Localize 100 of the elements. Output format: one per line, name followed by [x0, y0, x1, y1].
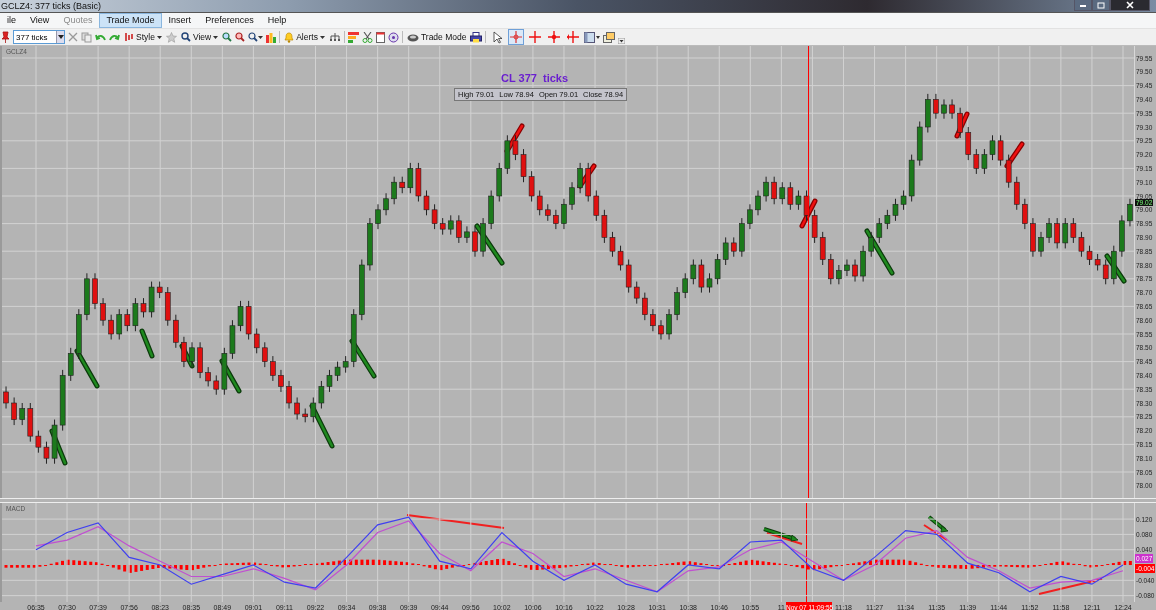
candlestick	[447, 214, 454, 236]
candlestick	[375, 203, 381, 230]
menu-item[interactable]: Trade Mode	[99, 13, 162, 28]
zoom-icon[interactable]	[248, 32, 264, 42]
candlestick	[1127, 198, 1133, 227]
bell-icon	[284, 31, 295, 43]
page-icon[interactable]	[375, 31, 385, 43]
bars-icon	[124, 32, 134, 42]
style-button[interactable]: Style	[123, 30, 163, 44]
candlestick	[100, 297, 106, 327]
candlestick	[391, 176, 397, 205]
candlestick	[108, 314, 114, 341]
undo-icon[interactable]	[95, 32, 106, 42]
signal-stroke	[349, 338, 377, 379]
menu-item[interactable]: Insert	[161, 13, 199, 28]
crosshair-icon[interactable]	[565, 29, 582, 45]
minimize-icon	[1079, 2, 1087, 8]
candlestick	[771, 176, 777, 205]
minimize-button[interactable]	[1074, 0, 1092, 11]
candlestick	[779, 181, 786, 205]
scissors-icon[interactable]	[361, 31, 373, 43]
crosshair-icon[interactable]	[527, 29, 544, 45]
signal-stroke	[474, 223, 505, 266]
candlestick	[310, 396, 317, 423]
candlestick	[270, 355, 276, 382]
candlestick	[690, 258, 697, 285]
caret-icon	[156, 35, 162, 39]
candlestick	[658, 319, 664, 341]
candlestick	[650, 308, 656, 332]
star-icon[interactable]	[165, 31, 177, 43]
signal-stroke	[1104, 253, 1127, 284]
candlestick	[1022, 198, 1028, 230]
crosshair-icon[interactable]	[508, 29, 525, 45]
zoom-in-icon[interactable]	[222, 32, 233, 42]
candlestick	[19, 402, 26, 426]
caret-icon	[213, 35, 219, 39]
redo-icon[interactable]	[109, 32, 120, 42]
overflow-icon[interactable]	[618, 38, 626, 44]
close-button[interactable]	[1110, 0, 1150, 11]
candlestick	[763, 176, 769, 203]
divergence-line	[1038, 578, 1103, 595]
candlestick	[876, 217, 883, 244]
candlestick	[189, 341, 195, 368]
maximize-button[interactable]	[1092, 0, 1110, 11]
printer-icon[interactable]	[470, 31, 483, 43]
candlestick	[278, 369, 284, 393]
menu-item[interactable]: View	[23, 13, 57, 28]
candlestick	[1062, 217, 1069, 249]
candlestick	[933, 93, 939, 120]
bar-chart-icon[interactable]	[266, 31, 277, 43]
candlestick	[633, 281, 640, 305]
candlestick	[949, 98, 955, 120]
candlestick	[747, 203, 753, 230]
candlestick	[261, 341, 268, 368]
candlestick	[965, 126, 972, 161]
candlestick	[1038, 231, 1044, 258]
crosshair-icon[interactable]	[546, 29, 563, 45]
candlestick	[205, 366, 211, 387]
alerts-button[interactable]: Alerts	[283, 30, 326, 44]
zoom-out-icon[interactable]	[235, 32, 246, 42]
candlestick	[827, 253, 834, 285]
mouse-icon	[406, 32, 419, 42]
pin-icon[interactable]	[1, 31, 10, 43]
candlestick	[682, 272, 689, 299]
candlestick	[593, 189, 600, 222]
candlestick	[1046, 217, 1052, 244]
disc-icon[interactable]	[387, 31, 399, 43]
candlestick	[253, 327, 260, 354]
signal-stroke	[74, 348, 100, 389]
interval-dropdown[interactable]: 377 ticks	[13, 30, 65, 44]
divergence-line	[923, 524, 948, 541]
menu-item[interactable]: Preferences	[198, 13, 261, 28]
candlestick	[67, 347, 74, 382]
candlestick	[957, 107, 963, 139]
layers-icon[interactable]	[603, 31, 616, 43]
panel-icon[interactable]	[584, 31, 601, 43]
signal-stroke	[139, 328, 155, 359]
candlestick	[173, 314, 179, 349]
candlestick	[553, 209, 559, 230]
color-bars-icon[interactable]	[347, 31, 359, 43]
candlestick	[116, 308, 123, 341]
candlestick	[819, 231, 826, 266]
candlestick	[755, 189, 761, 216]
menu-item[interactable]: ile	[0, 13, 23, 28]
menu-item[interactable]: Help	[260, 13, 294, 28]
candlestick	[973, 148, 980, 175]
signal-stroke	[864, 228, 895, 276]
candlestick	[844, 258, 850, 277]
maximize-icon	[1097, 1, 1105, 9]
candlestick	[294, 396, 300, 421]
candlestick	[407, 162, 414, 194]
candlestick	[536, 189, 543, 216]
candlestick	[561, 198, 567, 230]
candlestick	[286, 380, 292, 410]
candlestick	[836, 264, 842, 285]
hierarchy-icon[interactable]	[328, 32, 341, 42]
view-button[interactable]: View	[179, 30, 220, 44]
caret-icon	[57, 35, 64, 39]
candlestick	[472, 225, 478, 258]
trade-mode-button[interactable]: Trade Mode	[405, 30, 468, 44]
